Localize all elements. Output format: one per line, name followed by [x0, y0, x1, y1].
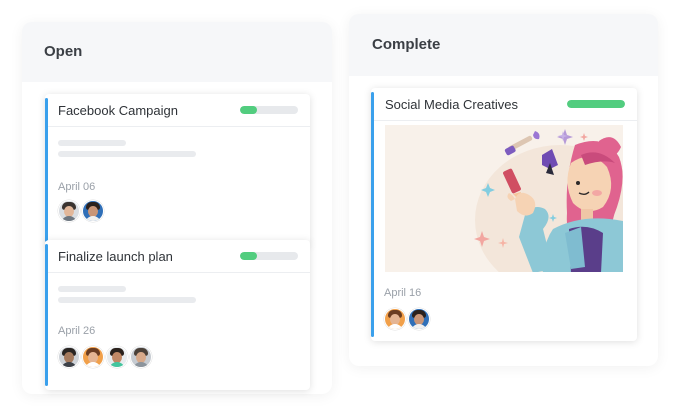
- assignee-avatars: [384, 308, 430, 330]
- progress-bar: [240, 252, 298, 260]
- progress-fill: [240, 106, 258, 114]
- progress-fill: [240, 252, 258, 260]
- person-avatar-5[interactable]: [106, 346, 128, 368]
- person-avatar-6[interactable]: [130, 346, 152, 368]
- card-header: Social Media Creatives: [371, 88, 637, 121]
- person-avatar-3[interactable]: [58, 346, 80, 368]
- placeholder-line: [58, 297, 196, 303]
- task-card-finalize-launch-plan[interactable]: Finalize launch plan April 26: [45, 240, 310, 390]
- card-header: Finalize launch plan: [45, 240, 310, 273]
- card-title: Finalize launch plan: [58, 248, 173, 264]
- board-column-complete: Complete Social Media Creatives April 16: [349, 14, 658, 366]
- task-card-social-media-creatives[interactable]: Social Media Creatives April 16: [371, 88, 637, 341]
- due-date: April 16: [384, 287, 422, 299]
- card-title: Facebook Campaign: [58, 102, 178, 118]
- artist-illustration-image: [474, 129, 623, 272]
- card-header: Facebook Campaign: [45, 94, 310, 127]
- card-title: Social Media Creatives: [385, 96, 518, 112]
- person-avatar-7[interactable]: [384, 308, 406, 330]
- column-title-complete: Complete: [372, 35, 441, 53]
- column-body-complete: Social Media Creatives April 16: [349, 76, 658, 366]
- column-title-open: Open: [44, 42, 83, 60]
- due-date: April 06: [58, 181, 96, 193]
- placeholder-line: [58, 151, 196, 157]
- person-avatar-2[interactable]: [82, 200, 104, 222]
- board-column-open: Open Facebook Campaign April 06 Finalize…: [22, 22, 332, 394]
- progress-bar: [240, 106, 298, 114]
- column-body-open: Facebook Campaign April 06 Finalize laun…: [22, 82, 332, 394]
- person-avatar-4[interactable]: [82, 346, 104, 368]
- progress-bar: [567, 100, 625, 108]
- creative-illustration: [385, 125, 623, 272]
- placeholder-line: [58, 286, 126, 292]
- due-date: April 26: [58, 325, 96, 337]
- person-avatar-8[interactable]: [408, 308, 430, 330]
- person-avatar-1[interactable]: [58, 200, 80, 222]
- task-card-facebook-campaign[interactable]: Facebook Campaign April 06: [45, 94, 310, 246]
- placeholder-line: [58, 140, 126, 146]
- assignee-avatars: [58, 200, 104, 222]
- progress-fill: [567, 100, 625, 108]
- assignee-avatars: [58, 346, 152, 368]
